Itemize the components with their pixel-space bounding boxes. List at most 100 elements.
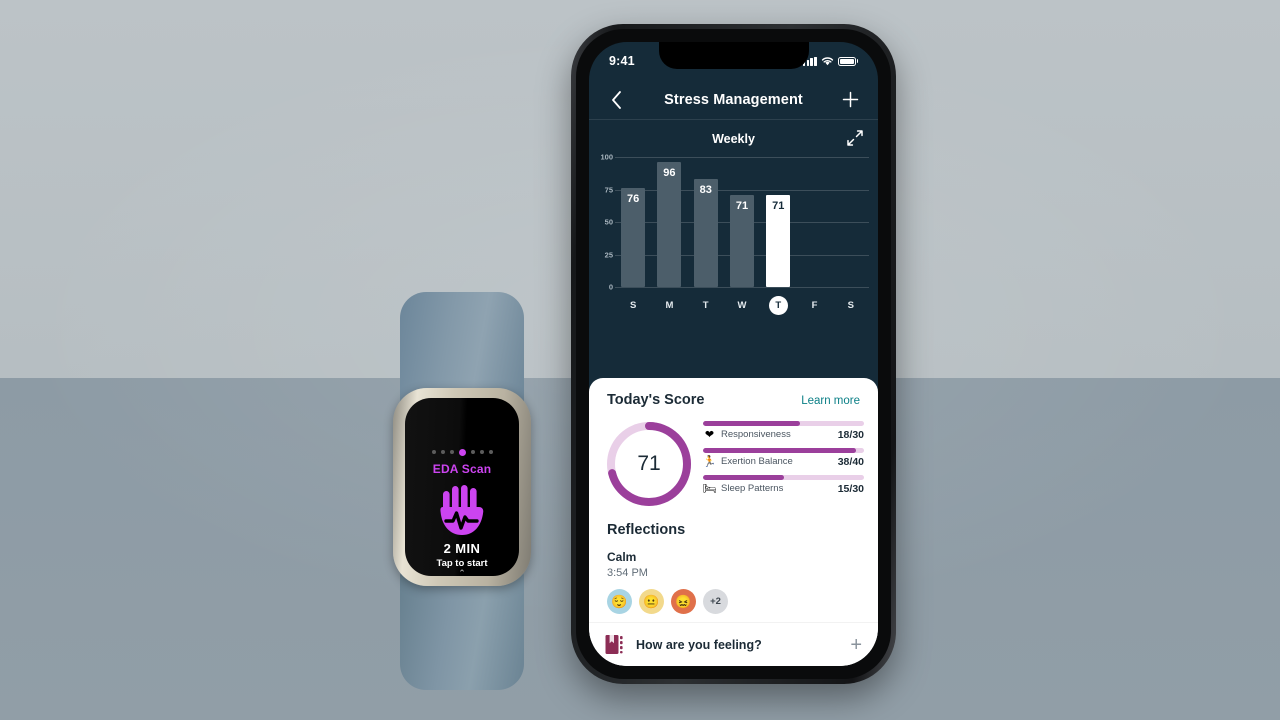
y-axis-tick: 50 (604, 217, 613, 227)
bar-value-label: 83 (699, 184, 712, 197)
metric-progress-fill (703, 421, 800, 426)
chart-x-axis-labels: SMTWTFS (615, 293, 869, 317)
y-axis-ticks: 100 75 50 25 0 (589, 153, 613, 292)
bed-icon: 🛏 (702, 483, 717, 495)
page-title: Stress Management (664, 91, 803, 108)
tracker-screen[interactable]: EDA Scan 2 MIN Tap to start ⌃ (405, 398, 519, 576)
metric-info: 🛏 Sleep Patterns 15/30 (702, 482, 864, 496)
notebook-icon (605, 634, 624, 655)
page-dot (470, 450, 475, 454)
page-dot (479, 450, 484, 454)
bar-column[interactable] (796, 157, 832, 287)
reflections-title: Reflections (607, 522, 686, 538)
day-label-cell[interactable]: M (651, 293, 687, 317)
tracker-band-lower (400, 570, 524, 690)
page-dot (449, 450, 454, 454)
bar[interactable]: 76 (621, 188, 646, 287)
day-label-selected[interactable]: T (768, 295, 788, 315)
metric-progress-track (703, 421, 864, 426)
score-header: Today's Score Learn more (589, 378, 878, 408)
feeling-prompt-text: How are you feeling? (636, 637, 762, 652)
eda-scan-label: EDA Scan (432, 462, 492, 476)
page-dots (405, 448, 519, 456)
day-label[interactable]: S (630, 300, 636, 311)
bar-column[interactable] (833, 157, 869, 287)
day-label[interactable]: T (703, 300, 709, 311)
metric-value: 38/40 (837, 455, 864, 468)
score-sheet: Today's Score Learn more 71 ❤ Responsiven… (589, 378, 878, 666)
score-metrics: ❤ Responsiveness 18/30 🏃 Exertion Balance 38/… (703, 418, 864, 510)
bar-value-label: 71 (772, 199, 785, 212)
bar[interactable]: 71 (729, 194, 754, 287)
page-dot (431, 450, 436, 454)
reflections-section: Reflections Calm 3:54 PM 😌 😐 😖 +2 (589, 510, 878, 614)
score-body: 71 ❤ Responsiveness 18/30 🏃 Exertion Balance… (589, 408, 878, 510)
page-dot-active (458, 448, 466, 456)
day-label-cell[interactable]: W (724, 293, 760, 317)
bar-column[interactable]: 96 (651, 157, 687, 287)
bar-column[interactable]: 83 (688, 157, 724, 287)
day-label-cell[interactable]: F (796, 293, 832, 317)
mood-chips: 😌 😐 😖 +2 (607, 589, 860, 614)
app-nav-bar: Stress Management (589, 80, 878, 120)
score-value: 71 (637, 452, 661, 475)
how-are-you-feeling-bar[interactable]: How are you feeling? + (589, 622, 878, 666)
metric-label: Responsiveness (721, 429, 791, 440)
day-label[interactable]: S (848, 300, 854, 311)
day-label-cell[interactable]: S (615, 293, 651, 317)
battery-icon (837, 56, 858, 66)
y-axis-tick: 25 (604, 250, 613, 259)
day-label[interactable]: F (812, 300, 818, 311)
tracker-case: EDA Scan 2 MIN Tap to start ⌃ (393, 388, 531, 586)
day-label-cell[interactable]: T (760, 293, 796, 317)
reflection-time: 3:54 PM (607, 567, 648, 579)
plus-icon[interactable] (840, 89, 862, 111)
page-dot (488, 450, 493, 454)
y-axis-tick: 0 (608, 282, 613, 292)
metric-label: Exertion Balance (721, 456, 793, 467)
learn-more-link[interactable]: Learn more (801, 395, 860, 407)
chevron-up-icon: ⌃ (458, 568, 466, 577)
bar[interactable]: 96 (657, 162, 682, 287)
neutral-face-chip[interactable]: 😐 (639, 589, 664, 614)
day-label[interactable]: M (665, 300, 673, 311)
smartphone: 9:41 Stress Management Weekly 100 75 50 … (571, 24, 896, 684)
status-icons (802, 56, 858, 66)
day-label-cell[interactable]: T (688, 293, 724, 317)
gridline (615, 287, 869, 288)
reflection-mood: Calm (607, 550, 637, 564)
bar-column[interactable]: 71 (760, 157, 796, 287)
metric-progress-track (703, 448, 864, 453)
day-label-cell[interactable]: S (833, 293, 869, 317)
y-axis-tick: 100 (600, 152, 613, 162)
chevron-left-icon[interactable] (605, 89, 627, 111)
expand-arrows-icon[interactable] (845, 128, 865, 148)
relaxed-face-chip[interactable]: 😌 (607, 589, 632, 614)
phone-notch (658, 42, 809, 69)
fitness-tracker: EDA Scan 2 MIN Tap to start ⌃ (388, 292, 536, 690)
scan-duration: 2 MIN (443, 541, 481, 556)
metric-progress-fill (703, 475, 784, 480)
bar-today[interactable]: 71 (766, 194, 791, 287)
status-clock: 9:41 (609, 54, 635, 68)
phone-screen: 9:41 Stress Management Weekly 100 75 50 … (589, 42, 878, 666)
weekly-bar-chart: 100 75 50 25 0 76 96 83 71 71 S M T W T F S (589, 153, 878, 337)
score-metric-row: ❤ Responsiveness 18/30 (703, 421, 864, 441)
metric-value: 18/30 (837, 428, 864, 441)
bar[interactable]: 83 (693, 179, 718, 287)
metric-info: 🏃 Exertion Balance 38/40 (702, 455, 864, 469)
bar-value-label: 96 (663, 167, 676, 180)
metric-label: Sleep Patterns (721, 483, 784, 494)
weekly-chart-card: Weekly 100 75 50 25 0 76 96 83 71 71 S M T W T F S (589, 121, 878, 378)
hand-scan-icon (405, 482, 519, 540)
confounded-face-chip[interactable]: 😖 (671, 589, 696, 614)
bar-column[interactable]: 76 (615, 157, 651, 287)
metric-info: ❤ Responsiveness 18/30 (703, 428, 864, 442)
more-chip[interactable]: +2 (703, 589, 728, 614)
day-label[interactable]: W (738, 300, 747, 311)
plus-icon[interactable]: + (850, 635, 862, 655)
bar-column[interactable]: 71 (724, 157, 760, 287)
chart-header: Weekly (589, 121, 878, 157)
exertion-icon: 🏃 (702, 456, 717, 468)
metric-progress-track (703, 475, 864, 480)
